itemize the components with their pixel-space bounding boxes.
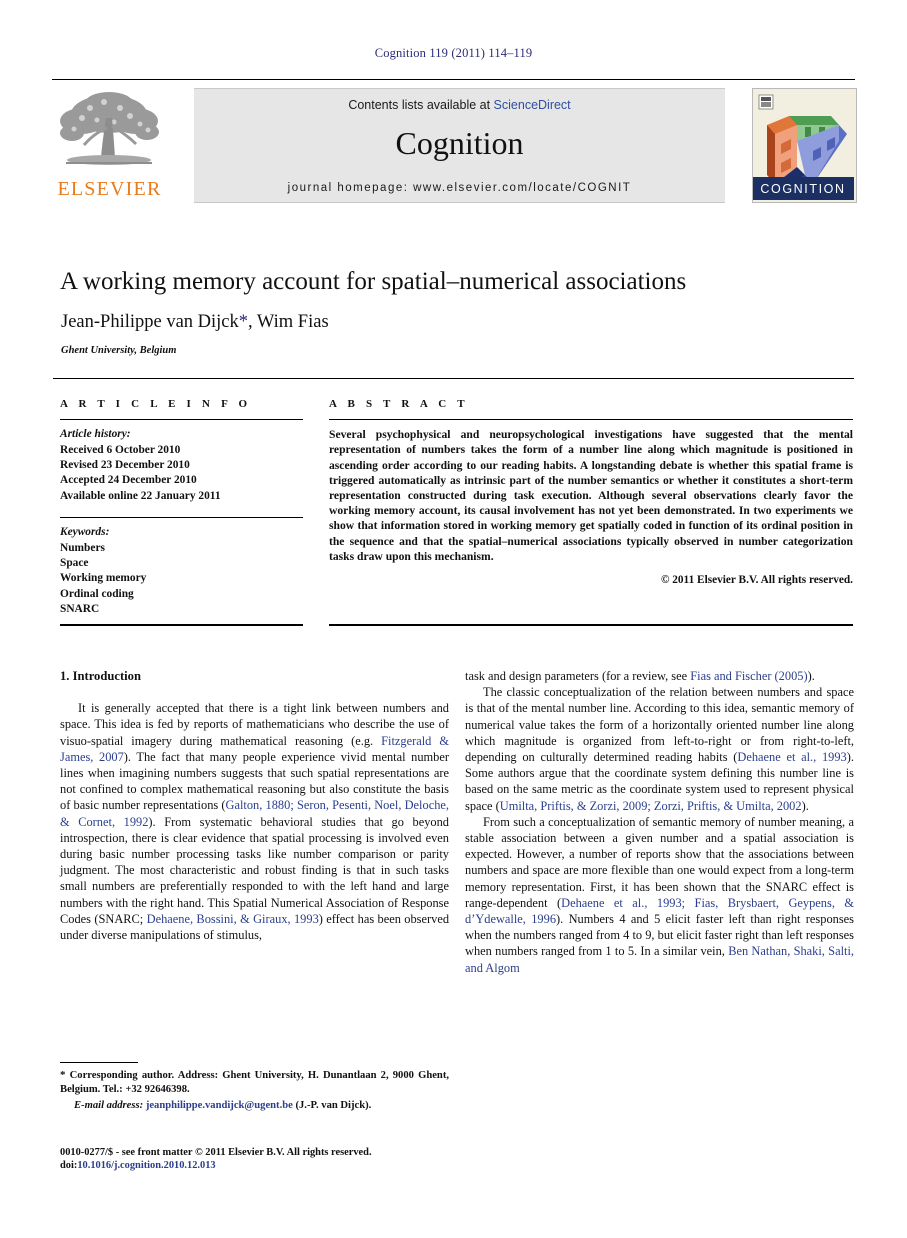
article-info-block: A R T I C L E I N F O Article history: R… — [60, 398, 303, 618]
issn-line: 0010-0277/$ - see front matter © 2011 El… — [60, 1147, 372, 1158]
info-panel-bottom-rule-right — [329, 624, 853, 627]
page-title: A working memory account for spatial–num… — [60, 268, 687, 295]
journal-homepage-link[interactable]: journal homepage: www.elsevier.com/locat… — [194, 182, 725, 194]
body-column-right: task and design parameters (for a review… — [465, 668, 854, 976]
contents-available-line: Contents lists available at ScienceDirec… — [194, 98, 725, 112]
history-revised: Revised 23 December 2010 — [60, 458, 190, 471]
par-text: ). — [801, 798, 809, 813]
paragraph-intro-3: From such a conceptualization of semanti… — [465, 814, 854, 976]
affiliation: Ghent University, Belgium — [61, 345, 177, 356]
doi-label: doi: — [60, 1160, 78, 1172]
body-column-left: 1. Introduction It is generally accepted… — [60, 668, 449, 943]
doi-line: doi:10.1016/j.cognition.2010.12.013 — [60, 1159, 480, 1172]
footnote-email-line: E-mail address: jeanphilippe.vandijck@ug… — [60, 1099, 449, 1113]
abstract-block: A B S T R A C T Several psychophysical a… — [329, 398, 853, 586]
abstract-text: Several psychophysical and neuropsycholo… — [329, 428, 853, 563]
journal-cover-thumbnail: COGNITION — [752, 88, 857, 203]
sciencedirect-link[interactable]: ScienceDirect — [494, 98, 571, 112]
journal-banner: Contents lists available at ScienceDirec… — [194, 88, 725, 203]
info-panel-top-rule — [53, 378, 854, 380]
abstract-heading: A B S T R A C T — [329, 398, 469, 410]
paragraph-continued: task and design parameters (for a review… — [465, 668, 854, 684]
info-panel-bottom-rule-left — [60, 624, 303, 627]
author-secondary: , Wim Fias — [248, 312, 329, 332]
corresponding-author-marker: * — [238, 312, 249, 332]
par-text: task and design parameters (for a review… — [465, 669, 691, 683]
footnote-divider — [60, 1062, 138, 1064]
abstract-rule — [329, 419, 853, 421]
par-text: ). — [807, 669, 815, 683]
article-history-label: Article history: — [60, 428, 131, 441]
paper-page: Cognition 119 (2011) 114–119 ELSEVIER Co… — [0, 0, 907, 1238]
paragraph-intro-1: It is generally accepted that there is a… — [60, 700, 449, 943]
paragraph-intro-2: The classic conceptualization of the rel… — [465, 684, 854, 814]
keyword-item: Numbers — [60, 541, 105, 554]
email-label: E-mail address: — [74, 1100, 144, 1111]
author-primary: Jean-Philippe van Dijck — [61, 312, 239, 332]
history-received: Received 6 October 2010 — [60, 443, 181, 456]
article-info-heading: A R T I C L E I N F O — [60, 398, 252, 410]
article-info-rule — [60, 419, 303, 421]
par-text: ). From systematic behavioral studies th… — [60, 814, 450, 926]
author-list: Jean-Philippe van Dijck*, Wim Fias — [61, 312, 851, 333]
cover-caption: COGNITION — [760, 182, 845, 196]
keyword-item: Space — [60, 557, 89, 570]
keywords-rule — [60, 517, 303, 519]
keyword-item: Working memory — [60, 572, 147, 585]
issn-doi-block: 0010-0277/$ - see front matter © 2011 El… — [60, 1146, 480, 1173]
keywords-label: Keywords: — [60, 526, 110, 539]
email-suffix: (J.-P. van Dijck). — [292, 1100, 372, 1111]
journal-title: Cognition — [395, 125, 524, 161]
citation-umilta-zorzi[interactable]: Umilta, Priftis, & Zorzi, 2009; Zorzi, P… — [500, 799, 802, 813]
citation-fias-fischer[interactable]: Fias and Fischer (2005) — [690, 669, 807, 683]
cognition-cover-art-icon: COGNITION — [753, 89, 854, 200]
footnote-corresponding-author: Corresponding author. Address: Ghent Uni… — [60, 1070, 449, 1095]
citation-dehaene-1993[interactable]: Dehaene, Bossini, & Giraux, 1993 — [147, 912, 319, 926]
footnote-block: * Corresponding author. Address: Ghent U… — [60, 1068, 449, 1113]
copyright-line: © 2011 Elsevier B.V. All rights reserved… — [660, 573, 853, 586]
section-heading-introduction: 1. Introduction — [60, 669, 141, 683]
elsevier-wordmark: ELSEVIER — [57, 178, 162, 200]
email-link[interactable]: jeanphilippe.vandijck@ugent.be — [146, 1100, 293, 1111]
doi-link[interactable]: 10.1016/j.cognition.2010.12.013 — [77, 1160, 215, 1171]
elsevier-tree-icon — [60, 92, 159, 165]
contents-prefix: Contents lists available at — [348, 98, 494, 112]
citation-dehaene-et-al[interactable]: Dehaene et al., 1993 — [737, 750, 846, 764]
history-available-online: Available online 22 January 2011 — [60, 489, 221, 502]
elsevier-logo: ELSEVIER — [52, 88, 167, 201]
running-head: Cognition 119 (2011) 114–119 — [374, 46, 533, 60]
header-divider — [52, 79, 855, 80]
history-accepted: Accepted 24 December 2010 — [60, 474, 197, 487]
keyword-item: Ordinal coding — [60, 587, 134, 600]
keyword-item: SNARC — [60, 603, 100, 616]
